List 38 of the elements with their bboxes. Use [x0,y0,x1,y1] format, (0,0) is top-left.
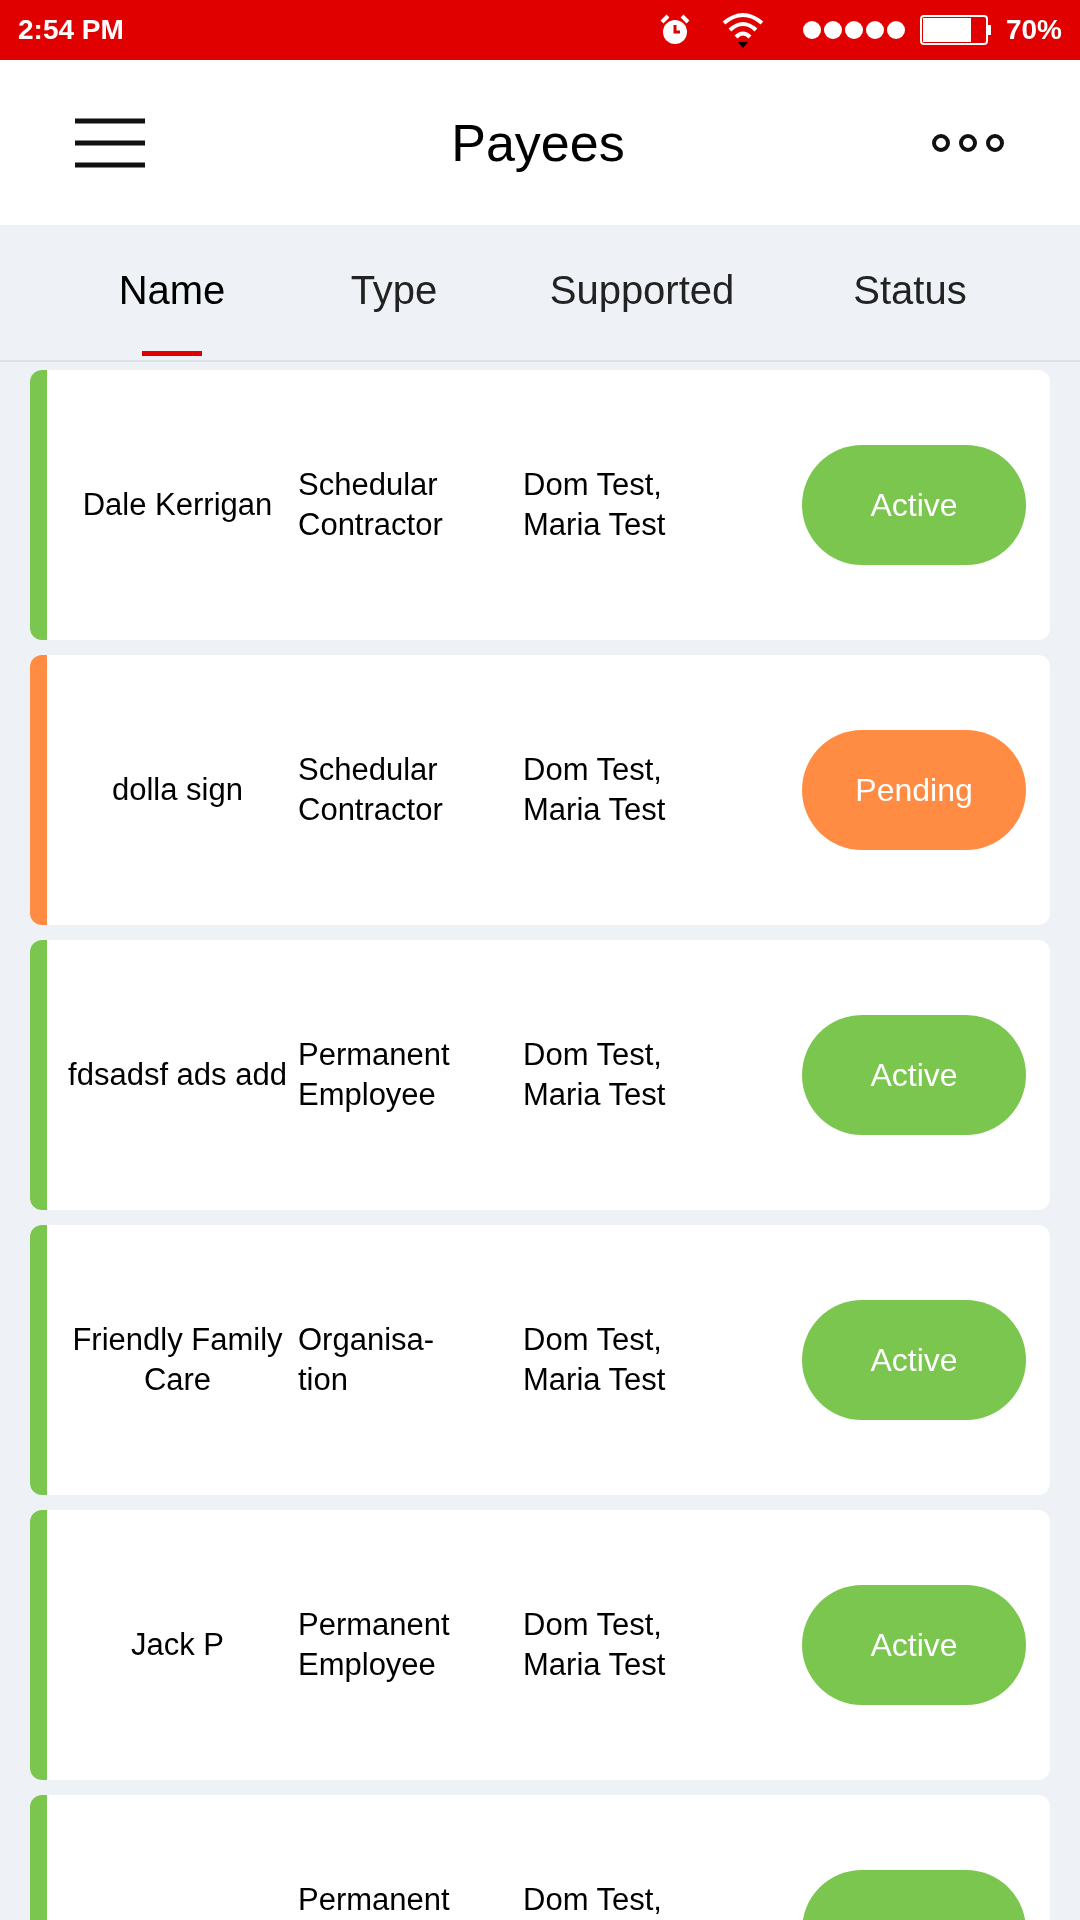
supported-people: Dom Test, Maria Test [523,1321,667,1399]
status-badge: Active [802,1300,1026,1420]
supported-people: Dom Test, Maria Test [523,1036,667,1114]
wifi-icon [721,11,764,49]
column-tab[interactable]: Type [304,225,484,360]
payee-name: fdsadsf ads add [68,1056,287,1094]
signal-icon [801,20,906,40]
payee-type: Permanent Employee [298,1036,451,1114]
more-options-icon[interactable] [931,131,1005,154]
payee-name: dolla sign [112,771,243,809]
supported-people: Dom Test, Maria Test [523,1606,667,1684]
menu-icon[interactable] [75,117,145,168]
battery-icon [919,15,992,45]
payee-card[interactable]: Friendly Family Care Organisa- tion Dom Test, Maria Test Active [30,1225,1050,1495]
payee-card[interactable]: Jack P Permanent Employee Dom Test, Maria Test Active [30,1510,1050,1780]
column-tab[interactable]: Supported [484,225,800,360]
payee-name: Jack P [131,1626,224,1664]
payee-name: Friendly Family Care [71,1321,284,1399]
payee-type: Organisa- tion [298,1321,436,1399]
payee-type: Permanent Employee [298,1606,451,1684]
status-badge: Active [802,445,1026,565]
status-badge: Active [802,1585,1026,1705]
supported-people: Dom Test, Maria Test [523,466,667,544]
payee-card[interactable]: dolla sign Schedular Contractor Dom Test, Maria Test Pending [30,655,1050,925]
payee-type: Permanent [298,1883,451,1917]
payee-card[interactable]: Permanent Dom Test, [30,1795,1050,1920]
column-tab[interactable]: Name [40,225,304,360]
payee-type: Schedular Contractor [298,466,444,544]
supported-people: Dom Test, [523,1883,663,1917]
supported-people: Dom Test, Maria Test [523,751,667,829]
page-title: Payees [451,112,625,174]
status-badge: Pending [802,730,1026,850]
payee-type: Schedular Contractor [298,751,444,829]
payee-name: Dale Kerrigan [82,486,273,524]
column-tab[interactable]: Status [800,225,1020,360]
status-badge: Active [802,1015,1026,1135]
clock: 2:54 PM [18,13,124,47]
battery-percent: 70% [1005,13,1062,47]
